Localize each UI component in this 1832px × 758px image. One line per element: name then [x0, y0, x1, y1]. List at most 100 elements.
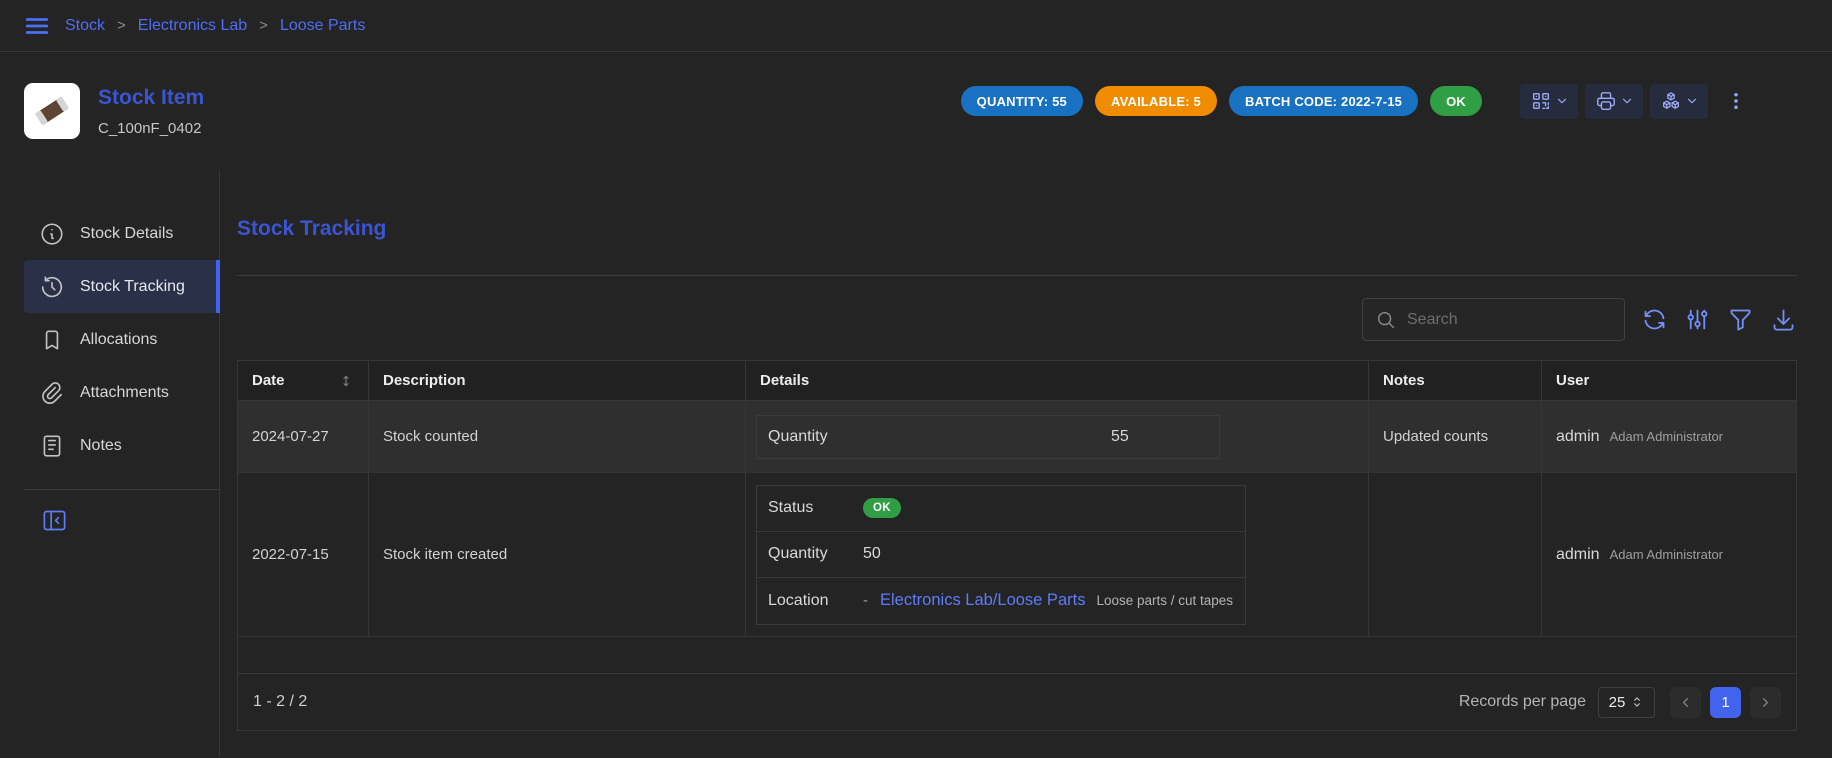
breadcrumb-separator: > [117, 17, 126, 34]
panel-heading: Stock Tracking [237, 216, 1797, 242]
details-subtable: Quantity 55 [756, 415, 1220, 459]
collapse-sidebar-button[interactable] [41, 507, 68, 534]
description-cell: Stock item created [369, 473, 746, 636]
filter-button[interactable] [1727, 306, 1754, 333]
date-cell: 2022-07-15 [238, 473, 369, 636]
main-panel: Stock Tracking [220, 170, 1832, 757]
column-header-date[interactable]: Date [238, 361, 369, 400]
details-quantity-row: Quantity 55 [757, 416, 1219, 458]
search-icon [1375, 309, 1397, 331]
table-row[interactable]: 2024-07-27 Stock counted Quantity 55 Upd… [238, 401, 1796, 473]
download-icon [1770, 306, 1797, 333]
table-row[interactable]: 2022-07-15 Stock item created Status OK … [238, 473, 1796, 637]
available-badge: AVAILABLE: 5 [1095, 86, 1217, 116]
print-actions-button[interactable] [1585, 84, 1643, 119]
column-header-user: User [1542, 361, 1796, 400]
column-header-notes: Notes [1369, 361, 1542, 400]
column-settings-button[interactable] [1684, 306, 1711, 333]
date-cell: 2024-07-27 [238, 401, 369, 472]
stock-tracking-table: Date Description Details Notes User 2024… [237, 360, 1797, 731]
printer-icon [1595, 90, 1617, 112]
badge-group: QUANTITY: 55 AVAILABLE: 5 BATCH CODE: 20… [961, 86, 1482, 116]
details-value: 50 [863, 545, 881, 563]
refresh-button[interactable] [1641, 306, 1668, 333]
sidebar-item-label: Stock Details [80, 225, 173, 243]
details-value: 55 [1111, 428, 1129, 446]
search-box [1362, 298, 1625, 341]
chevron-down-icon [1620, 94, 1634, 108]
dots-vertical-icon [1726, 90, 1746, 112]
action-button-group [1520, 84, 1708, 119]
column-header-description: Description [369, 361, 746, 400]
table-toolbar [237, 298, 1797, 341]
sidebar-item-attachments[interactable]: Attachments [24, 366, 219, 419]
next-page-button[interactable] [1750, 687, 1781, 718]
bookmark-icon [39, 327, 65, 353]
page-size-select[interactable]: 25 [1598, 687, 1655, 718]
page-1-button[interactable]: 1 [1710, 687, 1741, 718]
chevron-down-icon [1555, 94, 1569, 108]
details-label: Location [757, 592, 863, 610]
chevron-left-icon [1678, 695, 1693, 710]
details-cell: Quantity 55 [746, 401, 1369, 472]
username: admin [1556, 428, 1600, 446]
details-label: Quantity [757, 545, 863, 563]
previous-page-button[interactable] [1670, 687, 1701, 718]
sort-icon [338, 373, 354, 389]
search-input[interactable] [1407, 311, 1612, 329]
location-link[interactable]: Electronics Lab/Loose Parts [880, 591, 1085, 610]
info-circle-icon [39, 221, 65, 247]
user-fullname: Adam Administrator [1610, 429, 1723, 444]
stock-item-thumbnail[interactable] [24, 83, 80, 139]
menu-icon[interactable] [24, 13, 50, 39]
sidebar-item-stock-details[interactable]: Stock Details [24, 207, 219, 260]
breadcrumb-separator: > [259, 17, 268, 34]
details-status-row: Status OK [757, 486, 1245, 532]
qrcode-icon [1530, 90, 1552, 112]
app: Stock > Electronics Lab > Loose Parts St… [0, 0, 1832, 758]
notes-icon [39, 433, 65, 459]
title-block: Stock Item C_100nF_0402 [98, 86, 204, 137]
stock-actions-button[interactable] [1650, 84, 1708, 119]
sidebar-item-notes[interactable]: Notes [24, 419, 219, 472]
history-icon [39, 274, 65, 300]
sidebar-item-allocations[interactable]: Allocations [24, 313, 219, 366]
column-header-details: Details [746, 361, 1369, 400]
pagination-controls: Records per page 25 1 [1459, 687, 1781, 718]
user-fullname: Adam Administrator [1610, 547, 1723, 562]
barcode-actions-button[interactable] [1520, 84, 1578, 119]
details-quantity-row: Quantity 50 [757, 532, 1245, 578]
sidebar-collapse-icon [41, 507, 68, 534]
records-per-page-label: Records per page [1459, 693, 1586, 711]
batch-code-badge: BATCH CODE: 2022-7-15 [1229, 86, 1418, 116]
more-actions-button[interactable] [1724, 84, 1748, 118]
record-range: 1 - 2 / 2 [253, 693, 307, 711]
refresh-icon [1641, 306, 1668, 333]
quantity-badge: QUANTITY: 55 [961, 86, 1083, 116]
details-subtable: Status OK Quantity 50 Location - Electro… [756, 485, 1246, 625]
table-header-row: Date Description Details Notes User [238, 361, 1796, 401]
download-button[interactable] [1770, 306, 1797, 333]
chevron-right-icon [1758, 695, 1773, 710]
breadcrumb-link-stock[interactable]: Stock [65, 17, 105, 35]
breadcrumb-link-electronics-lab[interactable]: Electronics Lab [138, 17, 247, 35]
user-cell: admin Adam Administrator [1542, 473, 1796, 636]
details-location-row: Location - Electronics Lab/Loose Parts L… [757, 578, 1245, 624]
page-subtitle: C_100nF_0402 [98, 120, 204, 137]
filter-icon [1727, 306, 1754, 333]
top-navbar: Stock > Electronics Lab > Loose Parts [0, 0, 1832, 52]
status-badge: OK [1430, 86, 1482, 116]
breadcrumb-link-loose-parts[interactable]: Loose Parts [280, 17, 365, 35]
sidebar-item-label: Notes [80, 437, 122, 455]
description-cell: Stock counted [369, 401, 746, 472]
sidebar-item-label: Stock Tracking [80, 278, 185, 296]
heading-divider [237, 275, 1797, 276]
chevron-down-icon [1685, 94, 1699, 108]
details-cell: Status OK Quantity 50 Location - Electro… [746, 473, 1369, 636]
table-empty-space [238, 637, 1796, 673]
paperclip-icon [39, 380, 65, 406]
location-prefix: - [863, 592, 868, 609]
sidebar-item-stock-tracking[interactable]: Stock Tracking [24, 260, 219, 313]
page-title: Stock Item [98, 86, 204, 110]
notes-cell [1369, 473, 1542, 636]
